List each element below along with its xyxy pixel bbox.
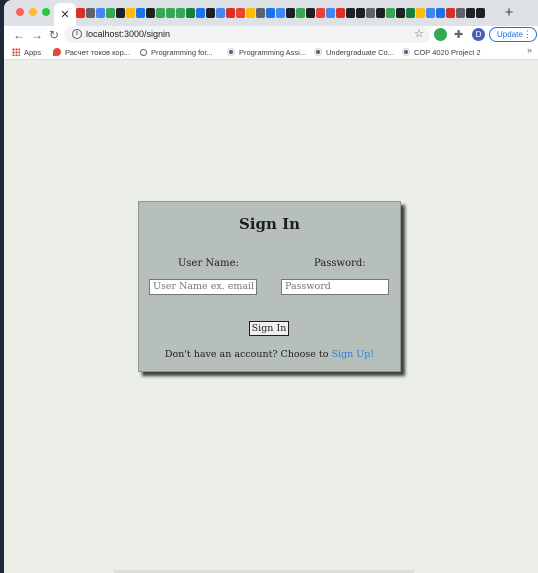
bookmark-item[interactable]: Расчет токов кор...: [53, 46, 130, 58]
tab-favicon[interactable]: [376, 8, 385, 18]
tab-favicon[interactable]: [216, 8, 225, 18]
info-icon[interactable]: i: [72, 29, 82, 39]
page-title: Sign In: [238, 215, 301, 233]
tab-favicon[interactable]: [366, 8, 375, 18]
apps-icon: [12, 48, 20, 56]
address-bar[interactable]: i localhost:3000/signin ☆: [64, 26, 430, 43]
bookmarks-bar: Apps Расчет токов кор... Programming for…: [4, 44, 538, 60]
more-bookmarks-icon[interactable]: »: [527, 45, 532, 55]
tab-favicon[interactable]: [196, 8, 205, 18]
tab-favicon[interactable]: [436, 8, 445, 18]
tab-favicon[interactable]: [336, 8, 345, 18]
close-window-button[interactable]: [16, 8, 24, 16]
globe-icon: [402, 48, 410, 56]
tab-favicon[interactable]: [386, 8, 395, 18]
tab-favicon[interactable]: [156, 8, 165, 18]
active-tab[interactable]: ✕: [54, 3, 76, 26]
update-label: Update: [497, 30, 523, 39]
tab-favicon[interactable]: [166, 8, 175, 18]
minimize-window-button[interactable]: [29, 8, 37, 16]
tab-favicon[interactable]: [96, 8, 105, 18]
tab-favicon[interactable]: [246, 8, 255, 18]
tab-favicon[interactable]: [276, 8, 285, 18]
page-content: Sign In User Name: Password: User Name e…: [4, 61, 538, 573]
reload-icon[interactable]: ↻: [47, 27, 61, 43]
bookmark-label: Programming Assi...: [239, 47, 307, 57]
tab-favicon[interactable]: [86, 8, 95, 18]
globe-icon: [227, 48, 235, 56]
new-tab-button[interactable]: +: [500, 4, 518, 22]
tab-favicon[interactable]: [106, 8, 115, 18]
maximize-window-button[interactable]: [42, 8, 50, 16]
tab-favicon[interactable]: [236, 8, 245, 18]
bookmark-star-icon[interactable]: ☆: [414, 27, 424, 42]
tab-favicon[interactable]: [266, 8, 275, 18]
tab-favicon[interactable]: [76, 8, 85, 18]
tab-favicon[interactable]: [306, 8, 315, 18]
puzzle-icon[interactable]: ✚: [454, 27, 463, 43]
bookmark-item[interactable]: Programming Assi...: [227, 46, 306, 58]
tab-favicon[interactable]: [186, 8, 195, 18]
tab-favicon[interactable]: [226, 8, 235, 18]
tab-favicon[interactable]: [116, 8, 125, 18]
bookmark-label: Apps: [24, 47, 42, 57]
bookmark-apps[interactable]: Apps: [12, 46, 41, 58]
bookmark-label: Расчет токов кор...: [65, 47, 131, 57]
bookmark-item[interactable]: COP 4020 Project 2: [402, 46, 481, 58]
signin-button[interactable]: Sign In: [249, 321, 289, 336]
extension-icon[interactable]: [434, 28, 447, 41]
fire-icon: [53, 48, 61, 56]
bookmark-label: Undergraduate Co...: [326, 47, 394, 57]
signup-prompt-text: Don't have an account? Choose to: [164, 349, 329, 360]
tab-favicon[interactable]: [446, 8, 455, 18]
tab-favicon[interactable]: [416, 8, 425, 18]
username-input[interactable]: User Name ex. email address: [149, 279, 257, 295]
browser-toolbar: ← → ↻ i localhost:3000/signin ☆ ✚ D Upda…: [4, 26, 538, 44]
forward-arrow-icon[interactable]: →: [30, 27, 44, 43]
bookmark-item[interactable]: Undergraduate Co...: [314, 46, 394, 58]
tab-favicon[interactable]: [326, 8, 335, 18]
url-text[interactable]: localhost:3000/signin: [86, 27, 170, 42]
bookmark-item[interactable]: Programming for...: [140, 46, 213, 58]
tab-favicon[interactable]: [476, 8, 485, 18]
signup-link[interactable]: Sign Up!: [331, 349, 374, 360]
tab-favicon[interactable]: [146, 8, 155, 18]
tab-favicon[interactable]: [296, 8, 305, 18]
tab-favicon[interactable]: [316, 8, 325, 18]
tab-favicon[interactable]: [206, 8, 215, 18]
tab-strip: ✕ +: [4, 0, 538, 26]
update-button[interactable]: Update ⋮: [489, 27, 537, 42]
bookmark-label: COP 4020 Project 2: [414, 47, 481, 57]
tab-favicon[interactable]: [126, 8, 135, 18]
signin-form: Sign In User Name: Password: User Name e…: [138, 201, 401, 372]
tab-favicon[interactable]: [286, 8, 295, 18]
tab-favicon[interactable]: [256, 8, 265, 18]
tab-favicon[interactable]: [176, 8, 185, 18]
tab-favicon[interactable]: [466, 8, 475, 18]
signup-prompt: Don't have an account? Choose to Sign Up…: [139, 349, 400, 360]
password-input[interactable]: Password: [281, 279, 389, 295]
tab-favicon[interactable]: [456, 8, 465, 18]
profile-avatar[interactable]: D: [472, 28, 485, 41]
tab-favicon[interactable]: [406, 8, 415, 18]
tab-list: [76, 7, 496, 19]
menu-dots-icon[interactable]: ⋮: [523, 28, 532, 41]
tab-favicon[interactable]: [356, 8, 365, 18]
globe-icon: [314, 48, 322, 56]
tab-favicon[interactable]: [426, 8, 435, 18]
search-icon: [140, 48, 147, 56]
username-label: User Name:: [178, 258, 239, 269]
browser-window: ✕ + ← → ↻ i localhost:3000/signin ☆ ✚ D …: [4, 0, 538, 573]
tab-favicon[interactable]: [346, 8, 355, 18]
bookmark-label: Programming for...: [151, 47, 213, 57]
close-icon[interactable]: ✕: [60, 8, 69, 21]
back-arrow-icon[interactable]: ←: [12, 27, 26, 43]
tab-favicon[interactable]: [136, 8, 145, 18]
password-label: Password:: [314, 258, 366, 269]
tab-favicon[interactable]: [396, 8, 405, 18]
